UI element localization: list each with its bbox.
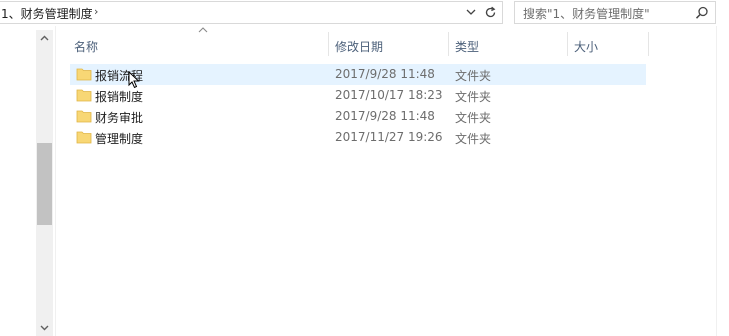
refresh-icon [485,6,496,18]
list-item[interactable]: 管理制度 2017/11/27 19:26 文件夹 [70,127,646,148]
right-window-edge [716,26,729,336]
folder-icon [76,131,92,144]
column-header-size-label: 大小 [574,40,599,54]
column-header-size[interactable]: 大小 [574,30,598,58]
column-header-type[interactable]: 类型 [455,30,479,58]
file-type: 文件夹 [455,132,492,146]
refresh-button[interactable] [481,3,501,23]
file-name[interactable]: 管理制度 [95,130,143,147]
address-history-dropdown[interactable] [462,3,480,23]
search-box[interactable]: 搜索"1、财务管理制度" [514,1,716,24]
scroll-thumb[interactable] [37,143,52,225]
column-divider[interactable] [328,32,329,56]
list-item[interactable]: 财务审批 2017/9/28 11:48 文件夹 [70,106,646,127]
column-header-type-label: 类型 [455,40,480,54]
list-item[interactable]: 报销制度 2017/10/17 18:23 文件夹 [70,85,646,106]
mouse-cursor-icon [128,71,140,89]
nav-scrollbar[interactable] [36,30,53,336]
file-type: 文件夹 [455,111,492,125]
search-input[interactable]: 搜索"1、财务管理制度" [523,5,650,22]
sort-up-icon [198,27,208,33]
search-icon[interactable] [695,6,709,20]
file-type: 文件夹 [455,90,492,104]
folder-icon [76,89,92,102]
file-modified: 2017/11/27 19:26 [335,130,443,144]
chevron-down-icon [40,325,49,331]
file-modified: 2017/10/17 18:23 [335,88,443,102]
column-headers: 名称 修改日期 类型 大小 [56,27,716,58]
scroll-up-button[interactable] [36,30,53,47]
column-divider[interactable] [448,32,449,56]
folder-icon [76,110,92,123]
chevron-down-icon [466,9,476,15]
file-modified: 2017/9/28 11:48 [335,109,435,123]
column-divider[interactable] [567,32,568,56]
folder-icon [76,68,92,81]
breadcrumb-current-folder[interactable]: 1、财务管理制度 [1,5,93,22]
file-type: 文件夹 [455,69,492,83]
breadcrumb-separator[interactable]: › [94,5,98,18]
list-item[interactable]: 报销流程 2017/9/28 11:48 文件夹 [70,64,646,85]
address-bar[interactable]: 1、财务管理制度 › [0,1,503,24]
column-header-modified-label: 修改日期 [335,40,384,54]
scroll-down-button[interactable] [36,319,53,336]
top-bar: 1、财务管理制度 › 搜索"1、财务管理制度" [0,0,729,26]
file-name[interactable]: 财务审批 [95,109,143,126]
file-modified: 2017/9/28 11:48 [335,67,435,81]
chevron-up-icon [40,35,49,41]
file-name[interactable]: 报销制度 [95,88,143,105]
column-divider[interactable] [648,32,649,56]
column-header-name-label: 名称 [74,40,99,54]
column-header-name[interactable]: 名称 [74,30,98,58]
column-header-modified[interactable]: 修改日期 [335,30,383,58]
